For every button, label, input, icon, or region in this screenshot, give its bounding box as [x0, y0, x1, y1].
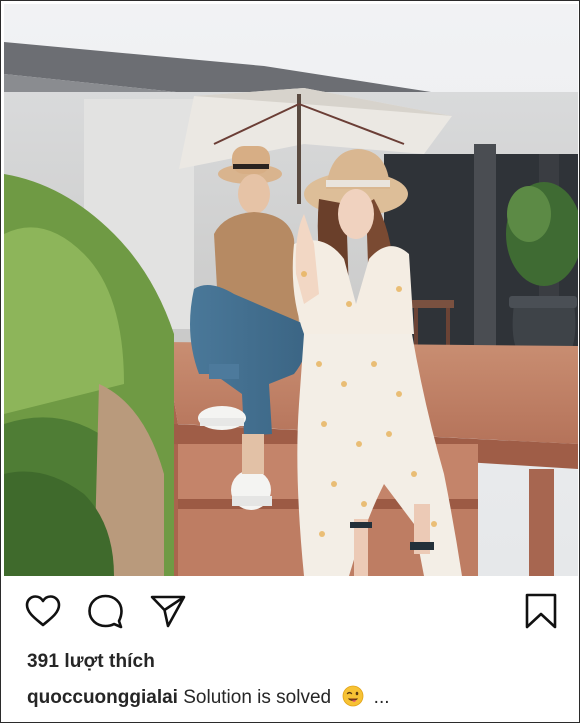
comment-button[interactable] [83, 589, 127, 633]
caption: quoccuonggialai Solution is solved ... [27, 685, 390, 709]
likes-count[interactable]: 391 lượt thích [27, 651, 155, 673]
couple-on-deck-image [4, 4, 578, 576]
caption-text: Solution is solved [183, 687, 332, 708]
post-card: 391 lượt thích quoccuonggialai Solution … [0, 0, 580, 723]
caption-more[interactable]: ... [374, 687, 390, 708]
comment-icon [88, 594, 123, 629]
winking-face-icon [342, 685, 364, 707]
caption-username[interactable]: quoccuonggialai [27, 687, 178, 708]
save-button[interactable] [519, 589, 563, 633]
share-icon [150, 595, 186, 628]
bookmark-icon [525, 593, 557, 629]
share-button[interactable] [146, 589, 190, 633]
action-bar [1, 589, 579, 637]
like-button[interactable] [21, 589, 65, 633]
post-photo[interactable] [4, 4, 578, 576]
heart-icon [25, 595, 61, 627]
